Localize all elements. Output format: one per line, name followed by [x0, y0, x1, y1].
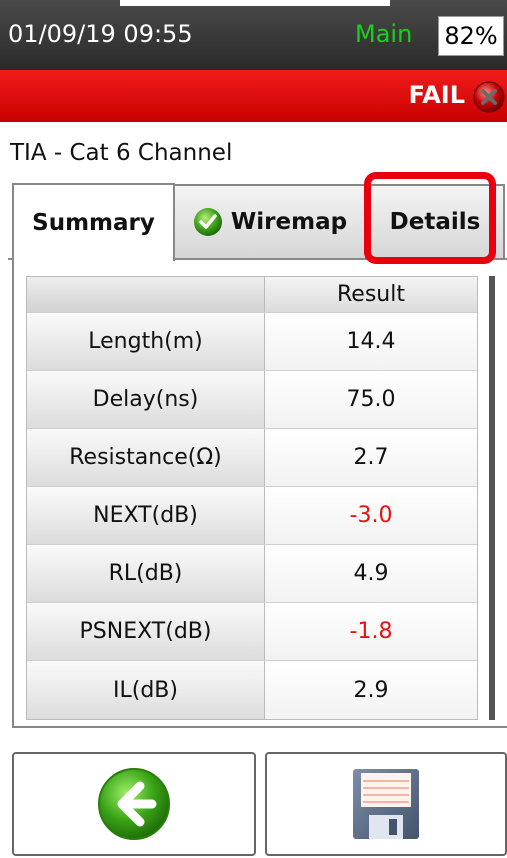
status-bar-notch	[120, 0, 390, 6]
table-row: PSNEXT(dB) -1.8	[27, 603, 477, 661]
row-value: 4.9	[265, 545, 477, 602]
save-button[interactable]	[265, 752, 507, 856]
results-table: Result Length(m) 14.4 Delay(ns) 75.0 Res…	[26, 276, 478, 720]
table-row: NEXT(dB) -3.0	[27, 487, 477, 545]
row-label: PSNEXT(dB)	[27, 603, 265, 660]
status-bar: 01/09/19 09:55 Main 82%	[0, 0, 507, 70]
table-header-row: Result	[27, 277, 477, 313]
battery-level: 82%	[438, 16, 504, 56]
row-value: 2.7	[265, 429, 477, 486]
row-label: Resistance(Ω)	[27, 429, 265, 486]
tab-wiremap-label: Wiremap	[230, 209, 348, 235]
row-value: 14.4	[265, 313, 477, 370]
test-standard: TIA - Cat 6 Channel	[10, 140, 233, 166]
table-scrollbar[interactable]	[489, 276, 495, 720]
table-row: IL(dB) 2.9	[27, 661, 477, 719]
details-tab-highlight	[364, 172, 496, 264]
row-value-fail: -1.8	[265, 603, 477, 660]
table-row: Delay(ns) 75.0	[27, 371, 477, 429]
tab-summary-label: Summary	[32, 210, 155, 236]
fail-x-icon	[473, 81, 505, 113]
row-label: Length(m)	[27, 313, 265, 370]
row-label: Delay(ns)	[27, 371, 265, 428]
row-value-fail: -3.0	[265, 487, 477, 544]
mode-label: Main	[355, 20, 413, 48]
floppy-disk-icon	[353, 769, 419, 839]
table-row: RL(dB) 4.9	[27, 545, 477, 603]
row-label: RL(dB)	[27, 545, 265, 602]
row-label: IL(dB)	[27, 661, 265, 719]
row-value: 75.0	[265, 371, 477, 428]
back-button[interactable]	[12, 752, 256, 856]
datetime: 01/09/19 09:55	[8, 20, 193, 48]
tab-summary[interactable]: Summary	[12, 183, 175, 261]
result-banner: FAIL	[0, 70, 507, 122]
header-label	[27, 277, 265, 312]
row-label: NEXT(dB)	[27, 487, 265, 544]
result-status: FAIL	[408, 81, 465, 109]
header-result: Result	[265, 277, 477, 312]
table-row: Length(m) 14.4	[27, 313, 477, 371]
table-row: Resistance(Ω) 2.7	[27, 429, 477, 487]
tab-wiremap[interactable]: Wiremap	[175, 184, 367, 260]
check-circle-icon	[193, 208, 222, 236]
back-arrow-icon	[98, 768, 170, 840]
row-value: 2.9	[265, 661, 477, 719]
